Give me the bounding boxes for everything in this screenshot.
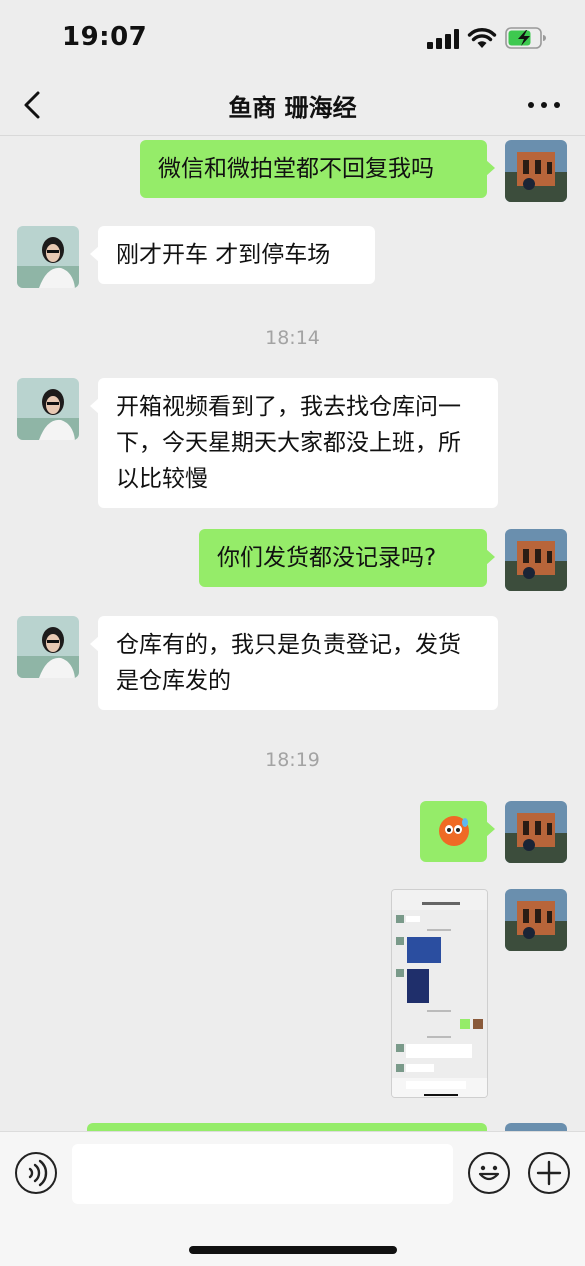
status-time: 19:07 — [62, 22, 148, 52]
chat-title: 鱼商 珊海经 — [228, 94, 357, 122]
received-message-bubble[interactable]: 刚才开车 才到停车场 — [90, 226, 375, 284]
battery-charging-icon — [505, 27, 546, 49]
received-message-bubble[interactable]: 仓库有的，我只是负责登记，发货是仓库发的 — [90, 616, 498, 710]
more-functions-button[interactable] — [528, 1152, 570, 1194]
voice-icon — [28, 1159, 48, 1187]
emoji-picker-button[interactable] — [468, 1152, 510, 1194]
plus-icon — [536, 1160, 562, 1186]
sent-emoji-bubble[interactable] — [420, 801, 495, 862]
my-avatar[interactable] — [505, 529, 567, 591]
smiley-face-icon — [478, 1165, 500, 1181]
sent-message-bubble[interactable]: 微信和微拍堂都不回复我吗 — [140, 140, 495, 198]
navigation-bar: 鱼商 珊海经 — [0, 76, 585, 136]
contact-avatar[interactable] — [17, 616, 79, 678]
my-avatar[interactable] — [505, 1123, 567, 1131]
cellular-signal-icon — [427, 29, 459, 49]
message-input-bar — [0, 1131, 585, 1266]
more-options-icon[interactable] — [524, 90, 564, 120]
received-message-bubble[interactable]: 开箱视频看到了，我去找仓库问一下，今天星期天大家都没上班，所以比较慢 — [90, 378, 498, 508]
anxious-sweat-face-icon — [438, 816, 469, 846]
sent-message-bubble[interactable]: 你们发货都没记录吗? — [199, 529, 495, 587]
chat-screen: 19:07 鱼商 珊海经 微信和微拍堂都不回复我吗 刚才开车 才到停车场 18:… — [0, 0, 585, 1266]
message-timestamp: 18:19 — [265, 749, 320, 771]
my-avatar[interactable] — [505, 801, 567, 863]
my-avatar[interactable] — [505, 889, 567, 951]
chat-message-list[interactable]: 微信和微拍堂都不回复我吗 刚才开车 才到停车场 18:14 开箱视频看到了，我去… — [0, 137, 585, 1131]
wifi-icon — [467, 28, 497, 48]
home-indicator[interactable] — [189, 1246, 397, 1254]
sent-message-bubble-partial[interactable] — [87, 1123, 487, 1131]
chat-screenshot-thumbnail[interactable] — [391, 889, 488, 1098]
message-text-input[interactable] — [72, 1144, 453, 1204]
my-avatar[interactable] — [505, 140, 567, 202]
status-bar: 19:07 — [0, 0, 585, 76]
contact-avatar[interactable] — [17, 378, 79, 440]
message-timestamp: 18:14 — [265, 327, 320, 349]
voice-input-button[interactable] — [15, 1152, 57, 1194]
contact-avatar[interactable] — [17, 226, 79, 288]
